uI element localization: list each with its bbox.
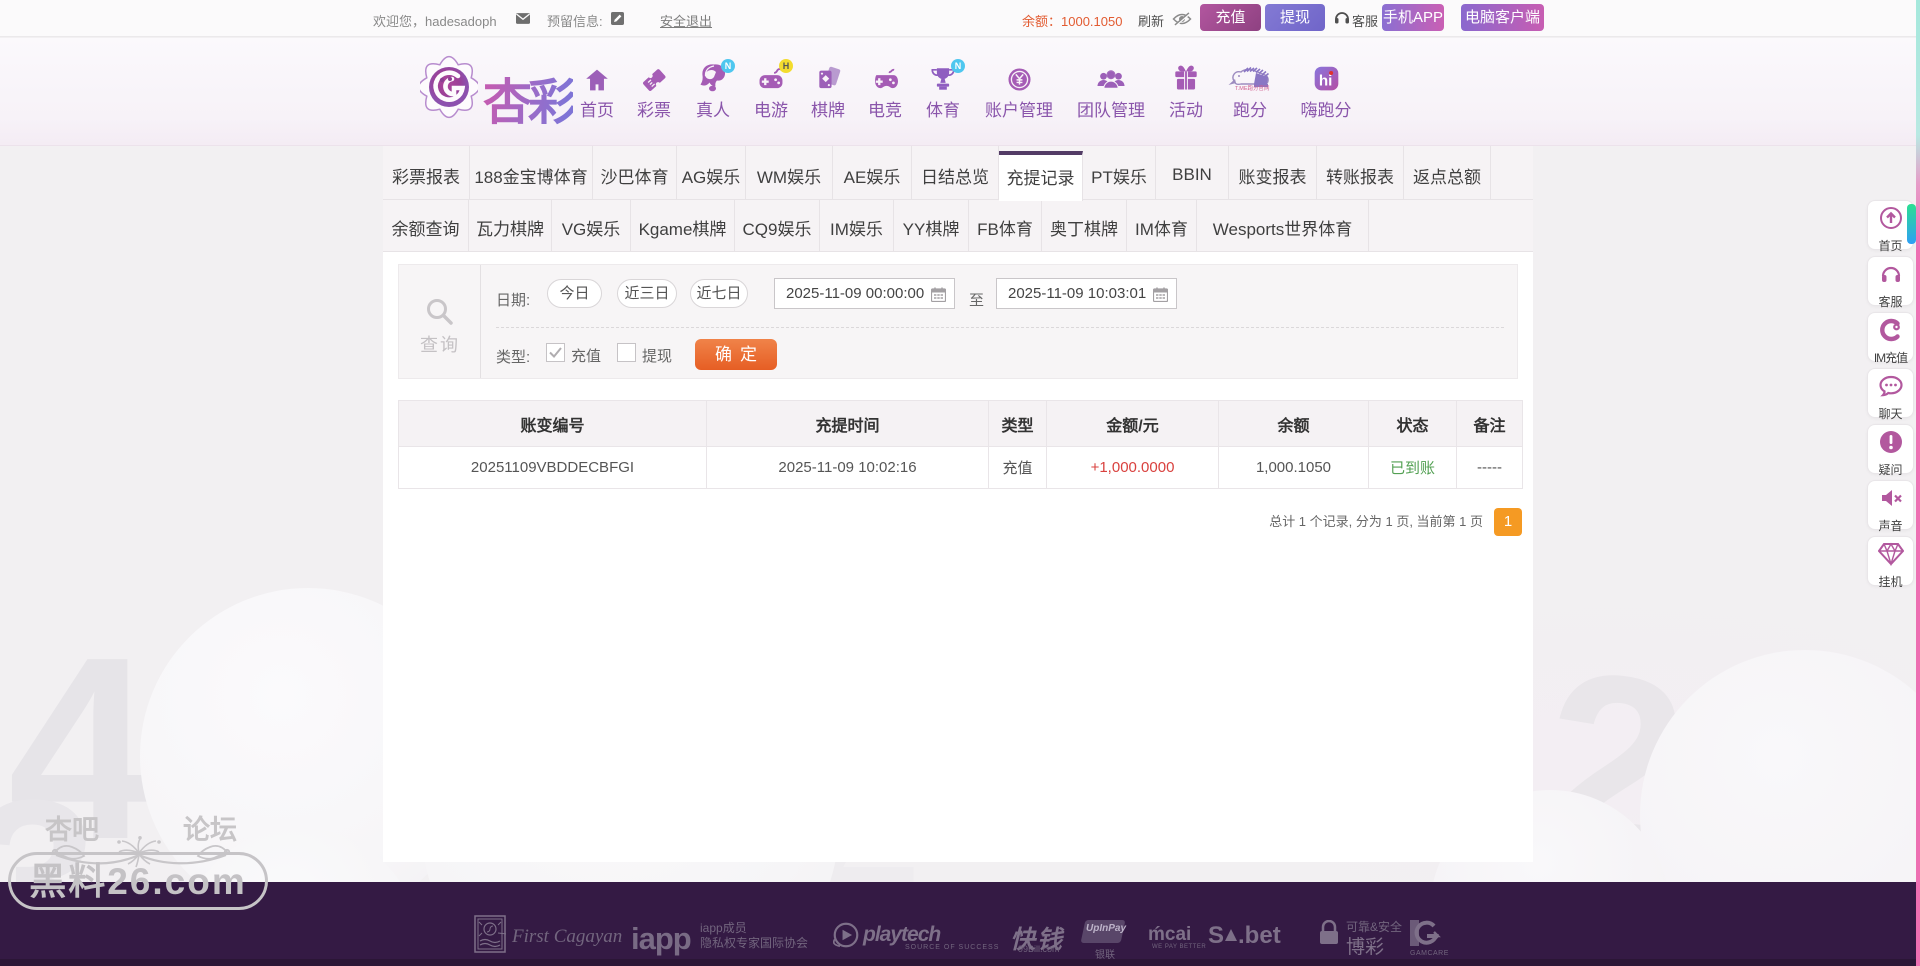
svg-text:T.ME跑分官网: T.ME跑分官网 <box>1235 84 1270 92</box>
